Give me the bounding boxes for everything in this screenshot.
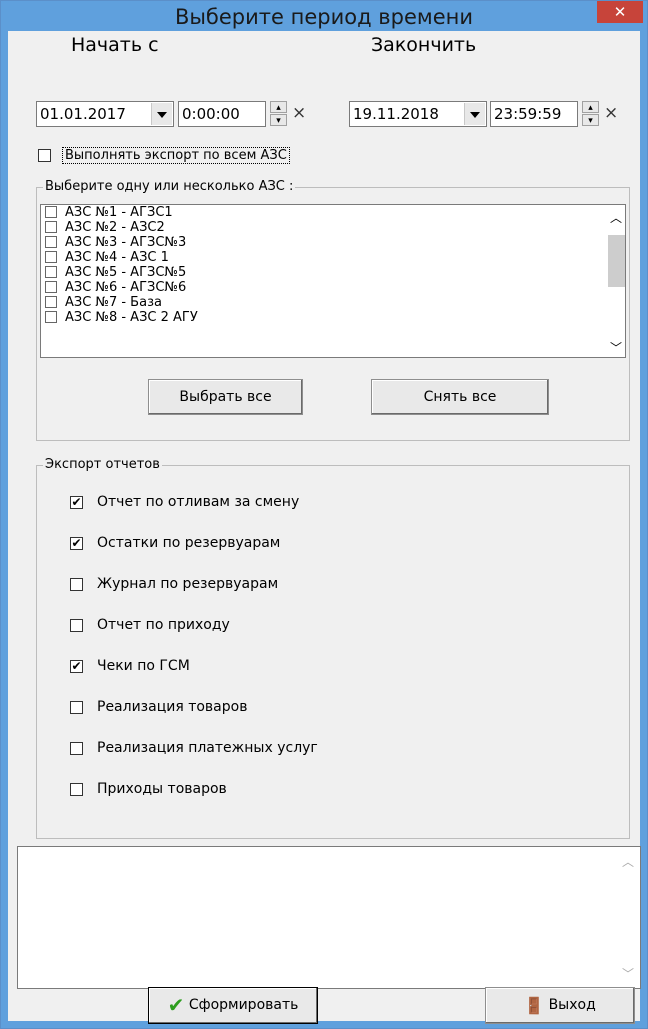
end-date-value: 19.11.2018	[353, 105, 439, 123]
end-time-value: 23:59:59	[494, 105, 562, 123]
clear-all-button[interactable]: Снять все	[371, 379, 549, 415]
station-label: АЗС №6 - АГЗС№6	[65, 280, 187, 295]
station-list-item[interactable]: АЗС №2 - АЗС2	[41, 220, 625, 235]
report-checkbox[interactable]	[70, 783, 83, 796]
station-label: АЗС №5 - АГЗС№5	[65, 265, 187, 280]
station-list-item[interactable]: АЗС №3 - АГЗС№3	[41, 235, 625, 250]
station-checkbox[interactable]	[45, 251, 57, 263]
station-list-item[interactable]: АЗС №7 - База	[41, 295, 625, 310]
spin-up-icon[interactable]: ▴	[582, 101, 599, 113]
window-title: Выберите период времени	[174, 5, 474, 29]
report-checkbox[interactable]: ✔	[70, 537, 83, 550]
report-checkbox[interactable]	[70, 619, 83, 632]
station-checkbox[interactable]	[45, 206, 57, 218]
exit-button[interactable]: 🚪 Выход	[485, 987, 635, 1024]
report-checkbox[interactable]	[70, 701, 83, 714]
station-label: АЗС №1 - АГЗС1	[65, 205, 173, 220]
export-all-label[interactable]: Выполнять экспорт по всем АЗС	[62, 147, 290, 164]
station-label: АЗС №4 - АЗС 1	[65, 250, 169, 265]
station-checkbox[interactable]	[45, 311, 57, 323]
stations-group: Выберите одну или несколько АЗС : АЗС №1…	[36, 179, 630, 441]
scroll-thumb[interactable]	[608, 235, 625, 287]
report-checkbox[interactable]	[70, 578, 83, 591]
station-checkbox[interactable]	[45, 236, 57, 248]
end-clear-button[interactable]: ×	[604, 103, 618, 123]
end-time-spinner[interactable]: ▴ ▾	[582, 101, 599, 127]
station-checkbox[interactable]	[45, 281, 57, 293]
report-label: Приходы товаров	[97, 781, 227, 797]
checkmark-icon: ✔	[167, 993, 185, 1017]
end-label: Закончить	[371, 34, 477, 56]
stations-list-scrollbar[interactable]: ︿ ﹀	[608, 205, 625, 357]
start-time-value: 0:00:00	[182, 105, 240, 123]
start-label: Начать с	[71, 34, 159, 56]
station-checkbox[interactable]	[45, 296, 57, 308]
dialog-window: Выберите период времени ✕ Начать с Закон…	[0, 0, 648, 1029]
station-checkbox[interactable]	[45, 221, 57, 233]
station-list-item[interactable]: АЗС №4 - АЗС 1	[41, 250, 625, 265]
spin-down-icon[interactable]: ▾	[270, 114, 287, 126]
scroll-up-icon[interactable]: ︿	[610, 209, 622, 226]
end-date-dropdown-icon[interactable]	[464, 103, 485, 125]
report-label: Журнал по резервуарам	[97, 576, 279, 592]
station-label: АЗС №7 - База	[65, 295, 162, 310]
report-checkbox[interactable]: ✔	[70, 496, 83, 509]
exit-label: Выход	[548, 997, 596, 1013]
stations-group-title: Выберите одну или несколько АЗС :	[43, 179, 296, 194]
select-all-button[interactable]: Выбрать все	[148, 379, 303, 415]
report-label: Отчет по отливам за смену	[97, 494, 300, 510]
close-button[interactable]: ✕	[597, 1, 643, 23]
station-label: АЗС №3 - АГЗС№3	[65, 235, 187, 250]
report-label: Отчет по приходу	[97, 617, 230, 633]
reports-group-title: Экспорт отчетов	[43, 457, 162, 472]
station-label: АЗС №8 - АЗС 2 АГУ	[65, 310, 198, 325]
station-label: АЗС №2 - АЗС2	[65, 220, 165, 235]
spin-down-icon[interactable]: ▾	[582, 114, 599, 126]
spin-up-icon[interactable]: ▴	[270, 101, 287, 113]
close-icon: ✕	[613, 3, 627, 21]
stations-list[interactable]: АЗС №1 - АГЗС1 АЗС №2 - АЗС2 АЗС №3 - АГЗС…	[40, 204, 626, 358]
start-time-field[interactable]: 0:00:00	[178, 101, 266, 127]
scroll-down-icon[interactable]: ﹀	[610, 339, 622, 356]
door-exit-icon: 🚪	[524, 996, 545, 1015]
start-date-value: 01.01.2017	[40, 105, 126, 123]
station-list-item[interactable]: АЗС №6 - АГЗС№6	[41, 280, 625, 295]
report-label: Чеки по ГСМ	[97, 658, 190, 674]
end-time-field[interactable]: 23:59:59	[490, 101, 578, 127]
report-label: Реализация платежных услуг	[97, 740, 318, 756]
station-list-item[interactable]: АЗС №5 - АГЗС№5	[41, 265, 625, 280]
report-label: Реализация товаров	[97, 699, 248, 715]
memo-scroll-down-icon[interactable]: ﹀	[622, 965, 634, 982]
title-bar[interactable]: Выберите период времени ✕	[1, 1, 647, 31]
start-date-dropdown-icon[interactable]	[151, 103, 172, 125]
station-list-item[interactable]: АЗС №1 - АГЗС1	[41, 205, 625, 220]
log-memo[interactable]: ︿ ﹀	[17, 846, 641, 989]
generate-label: Сформировать	[188, 997, 299, 1013]
report-checkbox[interactable]	[70, 742, 83, 755]
start-time-spinner[interactable]: ▴ ▾	[270, 101, 287, 127]
reports-group: Экспорт отчетов ✔ Отчет по отливам за сме…	[36, 457, 630, 839]
start-clear-button[interactable]: ×	[292, 103, 306, 123]
start-date-picker[interactable]: 01.01.2017	[36, 101, 174, 127]
end-date-picker[interactable]: 19.11.2018	[349, 101, 487, 127]
memo-scroll-up-icon[interactable]: ︿	[622, 853, 634, 870]
dialog-client: Начать с Закончить 01.01.2017 0:00:00 ▴ …	[8, 31, 641, 1024]
report-checkbox[interactable]: ✔	[70, 660, 83, 673]
station-list-item[interactable]: АЗС №8 - АЗС 2 АГУ	[41, 310, 625, 325]
export-all-checkbox[interactable]	[38, 149, 51, 162]
station-checkbox[interactable]	[45, 266, 57, 278]
generate-button[interactable]: ✔ Сформировать	[148, 987, 318, 1024]
report-label: Остатки по резервуарам	[97, 535, 281, 551]
